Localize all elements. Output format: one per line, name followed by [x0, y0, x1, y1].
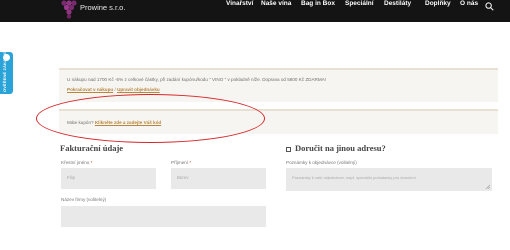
- grape-logo-icon[interactable]: [58, 0, 80, 20]
- edit-order-link[interactable]: Upravit objednávku: [117, 87, 160, 92]
- last-name-label: Příjmení *: [171, 160, 192, 165]
- first-name-value: Filip: [67, 175, 76, 180]
- nav-item-destilaty[interactable]: Destiláty: [384, 0, 411, 7]
- last-name-value: Berev: [177, 175, 189, 180]
- nav-item-doplnky[interactable]: Doplňky: [425, 0, 451, 7]
- highlight-ellipse: [36, 94, 265, 143]
- nav-item-bag-in-box[interactable]: Bag in Box: [301, 0, 335, 7]
- order-notes-placeholder: Poznámky k vaší objednávce, např. speciá…: [292, 175, 417, 180]
- ship-different-checkbox[interactable]: [286, 147, 291, 152]
- nav-item-specialni[interactable]: Speciální: [345, 0, 374, 7]
- notice-links: Pokračovat v nákupu / Upravit objednávku: [67, 87, 160, 92]
- first-name-label: Křestní jméno *: [61, 160, 93, 165]
- search-icon[interactable]: [485, 2, 494, 11]
- verified-reviews-tab[interactable]: OVĚŘENÉ ZÁKAZNÍKY: [0, 47, 13, 94]
- verified-reviews-label: OVĚŘENÉ ZÁKAZNÍKY: [2, 46, 7, 92]
- nav-item-o-nas[interactable]: O nás: [460, 0, 478, 7]
- billing-title: Fakturační údaje: [60, 143, 124, 153]
- site-header: Prowine s.r.o. Vinařství Naše vína Bag i…: [0, 0, 510, 22]
- nav-item-nase-vina[interactable]: Naše vína: [261, 0, 291, 7]
- continue-shopping-link[interactable]: Pokračovat v nákupu: [67, 87, 113, 92]
- company-label: Název firmy (volitelný): [61, 197, 107, 202]
- company-input[interactable]: [61, 206, 266, 227]
- ship-different-title[interactable]: Doručit na jinou adresu?: [295, 143, 386, 153]
- order-notes-textarea[interactable]: Poznámky k vaší objednávce, např. speciá…: [286, 168, 492, 191]
- order-notes-label: Poznámky k objednávce (volitelný): [286, 160, 357, 165]
- discount-notice-text: U nákupu nad 1700 Kč -5% z celkové částk…: [67, 77, 327, 82]
- nav-item-vinarstvi[interactable]: Vinařství: [226, 0, 253, 7]
- brand-name[interactable]: Prowine s.r.o.: [80, 3, 125, 12]
- last-name-input[interactable]: Berev: [171, 168, 266, 189]
- resize-handle-icon[interactable]: [485, 184, 490, 189]
- link-separator: /: [114, 87, 116, 92]
- first-name-input[interactable]: Filip: [61, 168, 156, 189]
